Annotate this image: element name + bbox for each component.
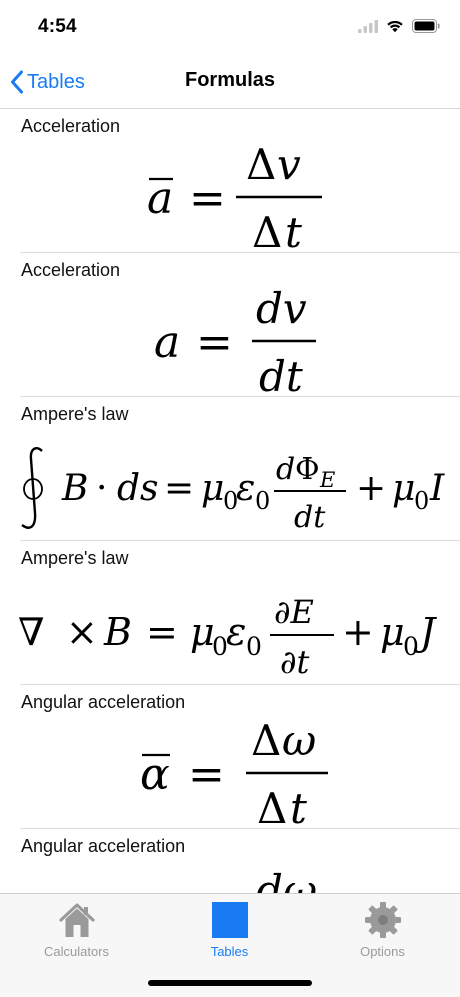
- status-time: 4:54: [38, 16, 77, 37]
- formula-row-amperes-law-differential[interactable]: Ampere's law ∇ × B = μ 0 ε 0 ∂E ∂t + μ 0…: [0, 541, 460, 685]
- svg-text:×: ×: [66, 610, 98, 654]
- formula-equation: ∇ × B = μ 0 ε 0 ∂E ∂t + μ 0 J: [18, 593, 437, 681]
- formula-row-acceleration-average[interactable]: Acceleration a = Δ v Δ t: [0, 109, 460, 253]
- formula-equation: a = dv dt: [154, 284, 316, 397]
- svg-text:0: 0: [255, 487, 270, 515]
- navigation-bar: Tables Formulas: [0, 56, 460, 109]
- svg-text:∂t: ∂t: [280, 643, 310, 681]
- svg-text:dt: dt: [294, 500, 326, 535]
- cellular-signal-icon: [358, 19, 378, 38]
- svg-text:dv: dv: [256, 284, 307, 333]
- svg-text:Φ: Φ: [295, 452, 320, 487]
- status-icons: [358, 19, 440, 38]
- svg-text:a: a: [154, 317, 180, 368]
- svg-text:t: t: [285, 208, 302, 253]
- tab-tables[interactable]: Tables: [153, 900, 306, 959]
- formula-equation: dω: [256, 866, 317, 893]
- svg-text:d: d: [276, 452, 295, 487]
- formula-row-angular-acceleration-average[interactable]: Angular acceleration α = Δ ω Δ t: [0, 685, 460, 829]
- status-bar: 4:54: [0, 0, 460, 56]
- home-indicator[interactable]: [148, 980, 312, 986]
- formula-list: Acceleration a = Δ v Δ t Acceleration a …: [0, 109, 460, 893]
- svg-text:dt: dt: [259, 352, 303, 397]
- svg-text:+: +: [356, 468, 386, 509]
- svg-text:μ: μ: [380, 610, 405, 654]
- svg-text:v: v: [277, 140, 301, 189]
- svg-text:=: =: [164, 468, 194, 509]
- svg-text:∂E: ∂E: [274, 593, 314, 631]
- house-icon: [0, 900, 153, 940]
- svg-text:=: =: [146, 610, 178, 654]
- svg-text:Δ: Δ: [251, 716, 281, 765]
- svg-text:ε: ε: [236, 468, 255, 509]
- tab-calculators-label: Calculators: [43, 944, 110, 959]
- formula-row-amperes-law-integral[interactable]: Ampere's law B · ds = μ 0 ε 0 d Φ E dt +…: [0, 397, 460, 541]
- svg-text:a: a: [147, 173, 173, 224]
- svg-text:t: t: [290, 784, 307, 829]
- svg-text:0: 0: [414, 487, 429, 515]
- svg-text:Δ: Δ: [257, 784, 287, 829]
- svg-text:=: =: [196, 317, 233, 368]
- formula-equation: a = Δ v Δ t: [147, 140, 322, 253]
- svg-text:=: =: [188, 749, 225, 800]
- svg-text:Δ: Δ: [246, 140, 276, 189]
- svg-text:B: B: [61, 468, 88, 509]
- svg-text:μ: μ: [190, 610, 215, 654]
- svg-text:0: 0: [403, 632, 419, 661]
- svg-text:dω: dω: [256, 866, 317, 893]
- square-icon: [153, 900, 306, 940]
- svg-text:I: I: [429, 468, 445, 509]
- svg-text:·: ·: [96, 468, 107, 509]
- formula-row-acceleration-instant[interactable]: Acceleration a = dv dt: [0, 253, 460, 397]
- svg-text:ε: ε: [226, 610, 246, 654]
- battery-icon: [412, 19, 440, 38]
- tab-tables-label: Tables: [210, 944, 249, 959]
- formula-equation: α = Δ ω Δ t: [140, 716, 328, 829]
- svg-text:α: α: [140, 749, 170, 800]
- formula-row-angular-acceleration-instant[interactable]: Angular acceleration dω: [0, 829, 460, 893]
- page-title: Formulas: [184, 69, 276, 91]
- svg-text:0: 0: [246, 632, 262, 661]
- svg-text:∇: ∇: [18, 610, 45, 654]
- svg-text:E: E: [319, 468, 335, 492]
- svg-text:=: =: [189, 173, 226, 224]
- gear-icon: [306, 900, 459, 940]
- wifi-icon: [386, 19, 404, 38]
- svg-text:μ: μ: [201, 468, 224, 509]
- tab-options[interactable]: Options: [306, 900, 459, 959]
- tab-calculators[interactable]: Calculators: [0, 900, 153, 959]
- svg-text:Δ: Δ: [252, 208, 282, 253]
- svg-text:+: +: [342, 610, 374, 654]
- tab-options-label: Options: [360, 944, 405, 959]
- svg-text:ω: ω: [282, 716, 316, 765]
- svg-text:μ: μ: [392, 468, 415, 509]
- formula-equation: B · ds = μ 0 ε 0 d Φ E dt + μ 0 I: [21, 447, 445, 535]
- svg-text:ds: ds: [117, 468, 159, 509]
- svg-text:B: B: [103, 610, 132, 654]
